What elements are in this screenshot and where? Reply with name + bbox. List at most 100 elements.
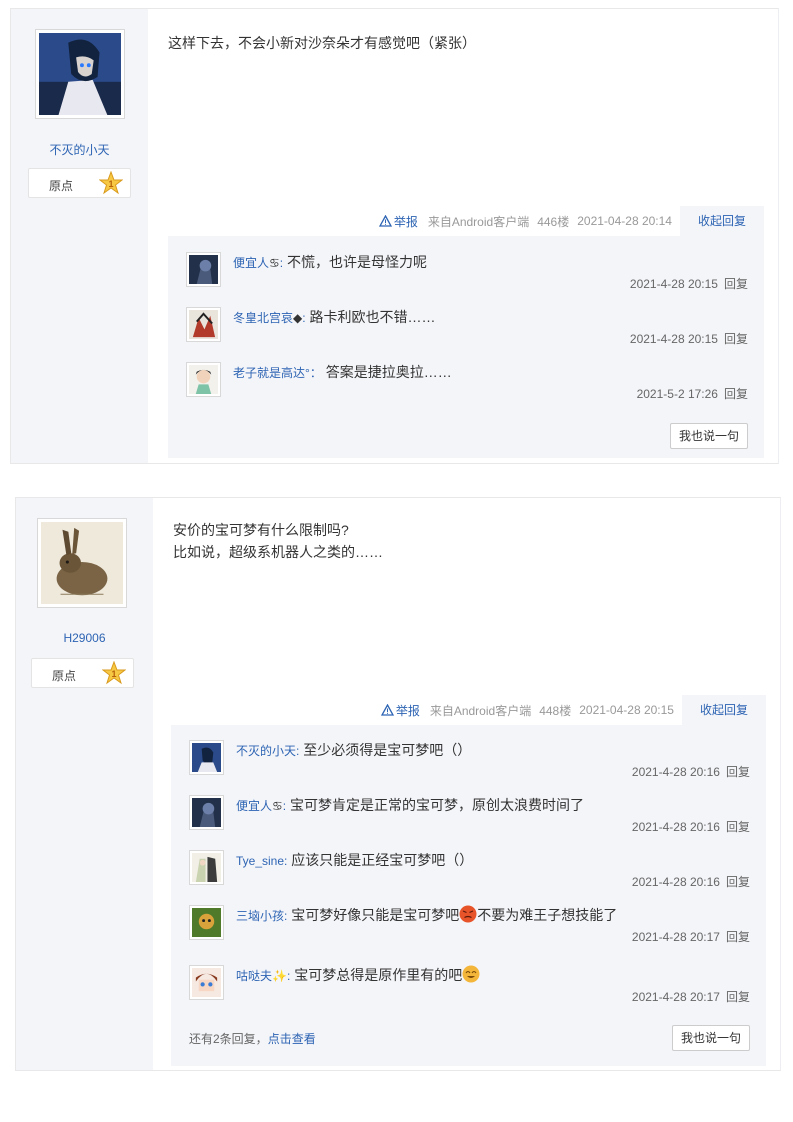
reply-avatar[interactable] — [189, 905, 224, 940]
reply-avatar[interactable] — [189, 965, 224, 1000]
reply-box: 便宜人♋: 不慌，也许是母怪力呢 2021-4-28 20:15 回复 冬皇北宫哀… — [168, 236, 764, 458]
reply-button[interactable]: 回复 — [726, 875, 750, 889]
report-link[interactable]: 举报 — [380, 702, 420, 719]
author-avatar[interactable] — [37, 518, 127, 608]
author-name[interactable]: 不灭的小天 — [11, 141, 148, 158]
post-content: 安价的宝可梦有什么限制吗? 比如说，超级系机器人之类的…… — [173, 498, 766, 563]
warning-icon — [378, 215, 392, 227]
user-badge: ◆ — [293, 311, 303, 325]
emoji-angry-icon — [459, 905, 477, 923]
post-time: 2021-04-28 20:14 — [577, 214, 672, 228]
avatar-image — [192, 798, 221, 827]
reply-avatar[interactable] — [186, 307, 221, 342]
level-badge[interactable]: 原点 1 — [28, 168, 131, 198]
reply-username[interactable]: 老子就是高达 — [233, 366, 305, 380]
post-text-line: 比如说，超级系机器人之类的…… — [173, 544, 383, 560]
reply-item: Tye_sine: 应该只能是正经宝可梦吧（） 2021-4-28 20:16 回… — [189, 850, 750, 890]
reply-line: 便宜人♋: 不慌，也许是母怪力呢 — [233, 252, 748, 272]
post-448: H29006 原点 1 安价的宝可梦有什么限制吗? 比如说，超级系机器人之类的…… — [15, 497, 781, 1071]
reply-username[interactable]: 不灭的小天 — [236, 744, 296, 758]
collapse-replies-button[interactable]: 收起回复 — [679, 206, 764, 236]
reply-username[interactable]: 三垴小孩 — [236, 909, 284, 923]
say-something-button[interactable]: 我也说一句 — [671, 1025, 750, 1051]
reply-text: 不慌，也许是母怪力呢 — [287, 254, 428, 270]
post-text-line: 这样下去，不会小新对沙奈朵才有感觉吧（紧张） — [168, 35, 476, 51]
reply-text: 应该只能是正经宝可梦吧（） — [291, 852, 474, 868]
reply-text: 宝可梦总得是原作里有的吧 — [294, 967, 463, 983]
reply-item: 便宜人♋: 不慌，也许是母怪力呢 2021-4-28 20:15 回复 — [186, 252, 748, 292]
say-something-button[interactable]: 我也说一句 — [669, 423, 748, 449]
reply-avatar[interactable] — [186, 362, 221, 397]
reply-text-continued: 不要为难王子想技能了 — [477, 907, 618, 923]
reply-button[interactable]: 回复 — [724, 277, 748, 291]
reply-time: 2021-4-28 20:17 — [631, 930, 720, 944]
reply-meta: 2021-4-28 20:17 回复 — [632, 928, 750, 945]
reply-separator: : — [296, 744, 300, 758]
more-replies: 还有2条回复，点击查看 — [189, 1030, 316, 1047]
reply-username[interactable]: 便宜人 — [236, 799, 272, 813]
reply-separator: : — [279, 256, 284, 270]
reply-time: 2021-4-28 20:16 — [631, 875, 720, 889]
reply-avatar[interactable] — [189, 795, 224, 830]
reply-item: 三垴小孩: 宝可梦好像只能是宝可梦吧 不要为难王子想技能了 2021-4-28 2… — [189, 905, 750, 945]
reply-line: Tye_sine: 应该只能是正经宝可梦吧（） — [236, 850, 750, 870]
user-badge: ♋ — [269, 256, 280, 270]
reply-item: 老子就是高达°： 答案是捷拉奥拉…… 2021-5-2 17:26 回复 — [186, 362, 748, 402]
reply-item: 便宜人♋: 宝可梦肯定是正常的宝可梦，原创太浪费时间了 2021-4-28 20… — [189, 795, 750, 835]
reply-text: 答案是捷拉奥拉…… — [325, 364, 452, 380]
reply-separator: : — [286, 969, 291, 983]
post-text: 这样下去，不会小新对沙奈朵才有感觉吧（紧张） — [168, 32, 764, 54]
avatar-image — [189, 365, 218, 394]
user-badge: ✨ — [272, 969, 287, 983]
source-link[interactable]: 来自Android客户端 — [428, 213, 529, 230]
reply-button[interactable]: 回复 — [724, 332, 748, 346]
reply-separator: : — [302, 311, 306, 325]
level-badge[interactable]: 原点 1 — [31, 658, 134, 688]
post-content: 这样下去，不会小新对沙奈朵才有感觉吧（紧张） — [168, 9, 764, 54]
reply-button[interactable]: 回复 — [726, 990, 750, 1004]
reply-button[interactable]: 回复 — [724, 387, 748, 401]
avatar-image — [41, 522, 123, 604]
reply-time: 2021-4-28 20:16 — [631, 820, 720, 834]
avatar-image — [192, 743, 221, 772]
reply-line: 便宜人♋: 宝可梦肯定是正常的宝可梦，原创太浪费时间了 — [236, 795, 750, 815]
report-link[interactable]: 举报 — [378, 213, 418, 230]
reply-avatar[interactable] — [189, 850, 224, 885]
post-time: 2021-04-28 20:15 — [579, 703, 674, 717]
avatar-image — [39, 33, 121, 115]
reply-meta: 2021-4-28 20:17 回复 — [632, 988, 750, 1005]
reply-separator: : — [284, 854, 288, 868]
reply-meta: 2021-4-28 20:15 回复 — [630, 330, 748, 347]
reply-separator: °： — [305, 366, 322, 380]
reply-username[interactable]: 便宜人 — [233, 256, 269, 270]
author-column: H29006 原点 1 — [16, 498, 153, 1070]
reply-line: 咕哒夫✨: 宝可梦总得是原作里有的吧 — [236, 965, 750, 985]
post-text: 安价的宝可梦有什么限制吗? 比如说，超级系机器人之类的…… — [173, 519, 766, 563]
reply-item: 不灭的小天: 至少必须得是宝可梦吧（） 2021-4-28 20:16 回复 — [189, 740, 750, 780]
reply-time: 2021-4-28 20:15 — [629, 277, 718, 291]
reply-line: 三垴小孩: 宝可梦好像只能是宝可梦吧 不要为难王子想技能了 — [236, 905, 750, 925]
reply-username[interactable]: Tye_sine — [236, 854, 284, 868]
reply-username[interactable]: 咕哒夫 — [236, 969, 272, 983]
collapse-replies-button[interactable]: 收起回复 — [681, 695, 766, 725]
post-tail: 举报 来自Android客户端 446楼 2021-04-28 20:14 收起… — [168, 206, 764, 236]
level-label: 原点 — [52, 669, 77, 683]
reply-meta: 2021-4-28 20:16 回复 — [632, 873, 750, 890]
reply-username[interactable]: 冬皇北宫哀 — [233, 311, 293, 325]
reply-avatar[interactable] — [189, 740, 224, 775]
author-avatar[interactable] — [35, 29, 125, 119]
reply-button[interactable]: 回复 — [726, 930, 750, 944]
avatar-image — [192, 908, 221, 937]
reply-avatar[interactable] — [186, 252, 221, 287]
view-more-link[interactable]: 点击查看 — [268, 1032, 316, 1046]
floor-number: 448楼 — [539, 703, 572, 718]
reply-button[interactable]: 回复 — [726, 765, 750, 779]
reply-line: 冬皇北宫哀◆: 路卡利欧也不错…… — [233, 307, 748, 327]
reply-meta: 2021-4-28 20:16 回复 — [632, 818, 750, 835]
author-name[interactable]: H29006 — [16, 631, 153, 645]
reply-button[interactable]: 回复 — [726, 820, 750, 834]
post-tail: 举报 来自Android客户端 448楼 2021-04-28 20:15 收起… — [171, 695, 766, 725]
reply-item: 咕哒夫✨: 宝可梦总得是原作里有的吧 2021-4-28 20:17 回复 — [189, 965, 750, 1005]
source-link[interactable]: 来自Android客户端 — [430, 702, 531, 719]
more-replies-text: 还有2条回复， — [189, 1032, 268, 1046]
